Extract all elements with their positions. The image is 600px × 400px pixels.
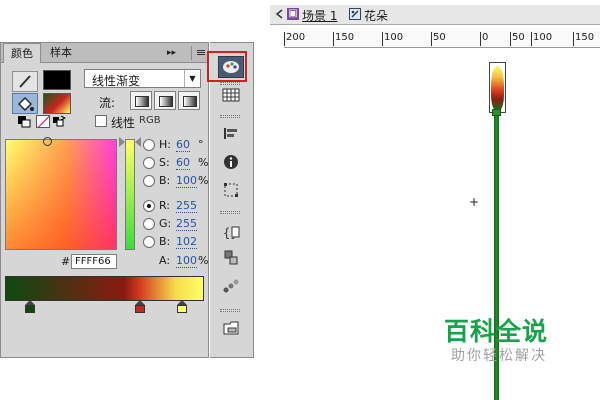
code-icon[interactable]: {}: [218, 223, 244, 245]
gradient-stop-dark-green[interactable]: [25, 300, 35, 317]
highlight-box: [207, 51, 247, 82]
color-panel: 颜色 样本 ▸▸ 线性渐变 ▼ 流: 线性 RGB H: 60 ° S: 60 …: [0, 42, 209, 358]
ruler-tick: 50: [510, 32, 525, 46]
brightness-slider[interactable]: [125, 139, 135, 250]
radio-hue[interactable]: [143, 139, 155, 151]
back-arrow-icon[interactable]: [274, 8, 286, 20]
radio-red[interactable]: [143, 200, 155, 212]
linear-rgb-suffix: RGB: [139, 115, 161, 126]
saturation-label: S:: [159, 156, 170, 169]
breadcrumb-scene[interactable]: 场景 1: [302, 7, 337, 24]
alpha-unit: %: [198, 254, 209, 267]
toolbar-divider: [220, 82, 240, 85]
alpha-label: A:: [159, 254, 171, 267]
brightness-value[interactable]: 100: [176, 174, 197, 188]
panel-tab-bar: 颜色 样本 ▸▸: [1, 43, 208, 63]
breadcrumb-symbol[interactable]: 花朵: [364, 7, 388, 24]
stroke-color-swatch[interactable]: [43, 70, 71, 90]
align-icon[interactable]: [218, 125, 244, 147]
hex-input[interactable]: FFFF66: [71, 254, 117, 269]
no-color-icon[interactable]: [36, 115, 50, 128]
motion-presets-icon[interactable]: [218, 277, 244, 299]
watermark-subtitle: 助你轻松解决: [451, 348, 547, 364]
color-picker-square[interactable]: [5, 139, 117, 250]
components-icon[interactable]: [218, 249, 244, 271]
tab-color[interactable]: 颜色: [3, 43, 41, 63]
ruler-tick: 50: [431, 32, 446, 46]
swap-colors-icon[interactable]: [52, 115, 67, 128]
registration-point: +: [469, 195, 480, 209]
default-colors-icon[interactable]: [17, 115, 31, 128]
alpha-value[interactable]: 100: [176, 254, 197, 268]
saturation-unit: %: [198, 156, 209, 169]
green-label: G:: [159, 217, 172, 230]
radio-saturation[interactable]: [143, 157, 155, 169]
hue-value[interactable]: 60: [176, 138, 190, 152]
brightness-label: B:: [159, 174, 171, 187]
ruler-tick: 200: [284, 32, 305, 46]
gradient-stop-yellow[interactable]: [177, 300, 187, 317]
panel-icon-strip: {}: [210, 42, 254, 358]
ruler-tick: 150: [573, 32, 594, 46]
ruler-tick: 100: [382, 32, 403, 46]
brightness-unit: %: [198, 174, 209, 187]
red-value[interactable]: 255: [176, 199, 197, 213]
chevron-down-icon: ▼: [184, 70, 200, 87]
tab-swatches[interactable]: 样本: [43, 43, 79, 63]
flow-extend-button[interactable]: [130, 91, 152, 110]
saturation-value[interactable]: 60: [176, 156, 190, 170]
flow-reflect-button[interactable]: [154, 91, 176, 110]
stop-swatch: [25, 305, 35, 313]
transform-handle[interactable]: [492, 109, 501, 116]
radio-brightness[interactable]: [143, 175, 155, 187]
edit-bar: ▣ 场景 1 花朵: [270, 5, 600, 25]
transform-icon[interactable]: [218, 181, 244, 203]
blue-label: B:: [159, 235, 171, 248]
radio-blue[interactable]: [143, 236, 155, 248]
horizontal-ruler: 200 150 100 50 0 50 100 150: [284, 28, 600, 48]
watermark-title: 百科全说: [444, 317, 549, 346]
radio-green[interactable]: [143, 218, 155, 230]
fill-color-swatch[interactable]: [43, 93, 71, 114]
swatches-grid-icon[interactable]: [218, 87, 244, 109]
flow-label: 流:: [99, 96, 116, 110]
stop-swatch: [135, 305, 145, 313]
linear-rgb-label: 线性: [111, 116, 136, 130]
hue-label: H:: [159, 138, 171, 151]
hex-hash-label: #: [61, 255, 71, 268]
stroke-color-icon[interactable]: [12, 71, 38, 92]
slider-handle-left[interactable]: [119, 137, 125, 147]
hue-unit: °: [198, 138, 204, 151]
slider-handle-right[interactable]: [135, 137, 141, 147]
picker-cursor[interactable]: [43, 137, 52, 146]
blue-value[interactable]: 102: [176, 235, 197, 249]
gradient-stop-red[interactable]: [135, 300, 145, 317]
linear-rgb-checkbox[interactable]: [95, 115, 107, 127]
flower-bud[interactable]: [491, 66, 504, 110]
scene-icon: ▣: [287, 8, 299, 20]
collapse-panel-icon[interactable]: ▸▸: [167, 43, 176, 63]
ruler-tick: 150: [333, 32, 354, 46]
green-value[interactable]: 255: [176, 217, 197, 231]
fill-bucket-icon[interactable]: [12, 93, 38, 114]
library-icon[interactable]: [218, 319, 244, 341]
info-icon[interactable]: [218, 153, 244, 175]
ruler-tick: 0: [480, 32, 488, 46]
red-label: R:: [159, 199, 171, 212]
toolbar-divider: [220, 211, 240, 214]
ruler-tick: 100: [531, 32, 552, 46]
flow-repeat-button[interactable]: [178, 91, 200, 110]
gradient-bar[interactable]: [5, 276, 204, 301]
panel-menu-icon[interactable]: [191, 46, 207, 60]
stop-swatch: [177, 305, 187, 313]
color-type-value: 线性渐变: [92, 74, 141, 88]
toolbar-divider: [220, 115, 240, 118]
symbol-icon: [349, 8, 361, 20]
toolbar-divider: [220, 309, 240, 312]
color-type-select[interactable]: 线性渐变 ▼: [84, 69, 201, 88]
